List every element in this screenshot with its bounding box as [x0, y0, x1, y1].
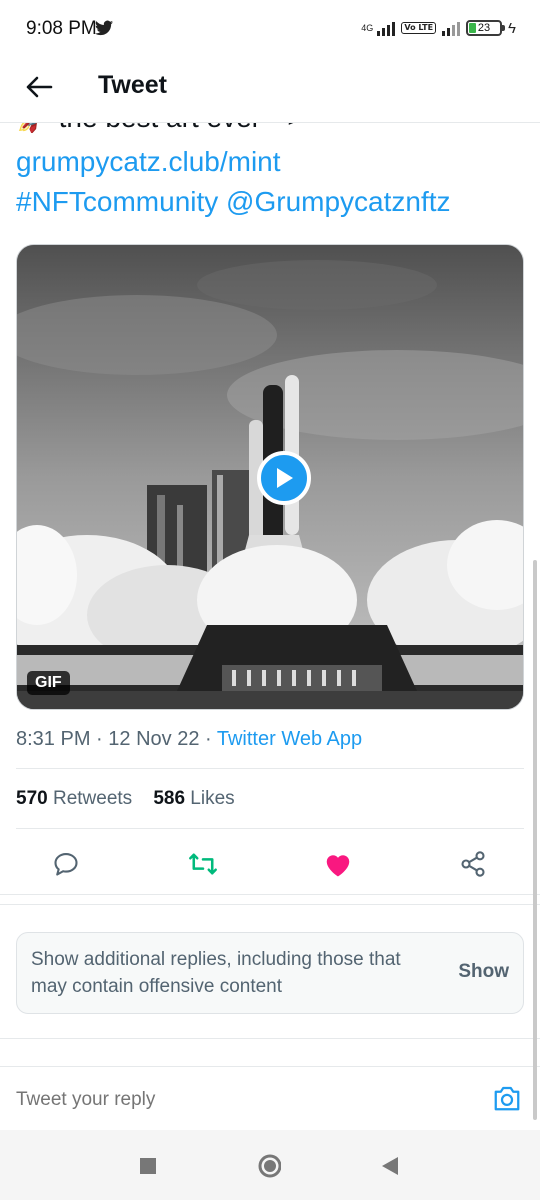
camera-button[interactable] [490, 1081, 524, 1115]
scrollbar[interactable] [533, 560, 537, 1120]
back-nav-button[interactable] [378, 1154, 402, 1178]
back-button[interactable] [22, 70, 56, 104]
status-indicators: 4G Vo LTE 23 ϟ [361, 16, 516, 40]
divider [16, 828, 524, 829]
tweet-time: 8:31 PM [16, 728, 91, 750]
retweet-icon [189, 853, 217, 875]
network-type: 4G [361, 22, 374, 33]
additional-replies-text: Show additional replies, including those… [31, 949, 401, 997]
likes-count: 586 [153, 788, 186, 809]
play-button[interactable] [257, 451, 311, 505]
retweet-button[interactable] [185, 846, 221, 882]
hashtag-mention-line[interactable]: #NFTcommunity @Grumpycatznftz [16, 186, 451, 218]
tweet-timestamp: 8:31 PM · 12 Nov 22 · Twitter Web App [16, 728, 363, 750]
tweet-actions [0, 836, 540, 892]
retweets-stat[interactable]: 570 Retweets [16, 788, 132, 809]
signal-icon [377, 20, 396, 36]
arrow-left-icon [26, 76, 53, 98]
triangle-back-icon [382, 1157, 398, 1175]
top-app-bar: Tweet [0, 58, 540, 123]
reply-composer [0, 1066, 540, 1131]
show-replies-button[interactable]: Show [458, 961, 509, 983]
divider [0, 894, 540, 895]
reply-button[interactable] [48, 846, 84, 882]
recents-button[interactable] [136, 1154, 160, 1178]
page-title: Tweet [98, 71, 167, 99]
retweets-count: 570 [16, 788, 48, 809]
like-button[interactable] [320, 846, 356, 882]
tweet-date: 12 Nov 22 [108, 728, 200, 750]
additional-replies-notice: Show additional replies, including those… [16, 932, 524, 1014]
likes-stat[interactable]: 586 Likes [153, 788, 234, 809]
divider [0, 904, 540, 905]
signal-icon-2 [442, 20, 461, 36]
home-button[interactable] [257, 1154, 281, 1178]
share-icon [461, 851, 485, 877]
battery-level: 23 [477, 22, 491, 34]
retweets-label: Retweets [52, 788, 133, 809]
square-icon [140, 1158, 156, 1174]
likes-label: Likes [190, 788, 235, 809]
status-time: 9:08 PM [26, 18, 97, 39]
tweet-source-link[interactable]: Twitter Web App [217, 728, 362, 750]
tweet-media-gif[interactable]: GIF [16, 244, 524, 710]
volte-badge: Vo LTE [401, 22, 437, 34]
circle-icon [258, 1154, 281, 1178]
reply-input[interactable] [16, 1089, 261, 1111]
divider [0, 1038, 540, 1039]
system-nav-bar [0, 1130, 540, 1200]
divider [16, 768, 524, 769]
mint-link[interactable]: grumpycatz.club/mint [16, 146, 281, 178]
like-icon [326, 855, 350, 877]
twitter-icon [95, 20, 113, 36]
camera-icon [494, 1086, 520, 1111]
tweet-stats: 570 Retweets 586 Likes [16, 788, 235, 810]
status-bar: 9:08 PM 4G Vo LTE 23 ϟ [0, 0, 540, 58]
play-icon [277, 468, 293, 488]
reply-icon [54, 853, 78, 876]
gif-badge: GIF [27, 671, 70, 695]
battery-icon: 23 [466, 20, 506, 36]
charging-icon: ϟ [508, 19, 516, 37]
share-button[interactable] [455, 846, 491, 882]
